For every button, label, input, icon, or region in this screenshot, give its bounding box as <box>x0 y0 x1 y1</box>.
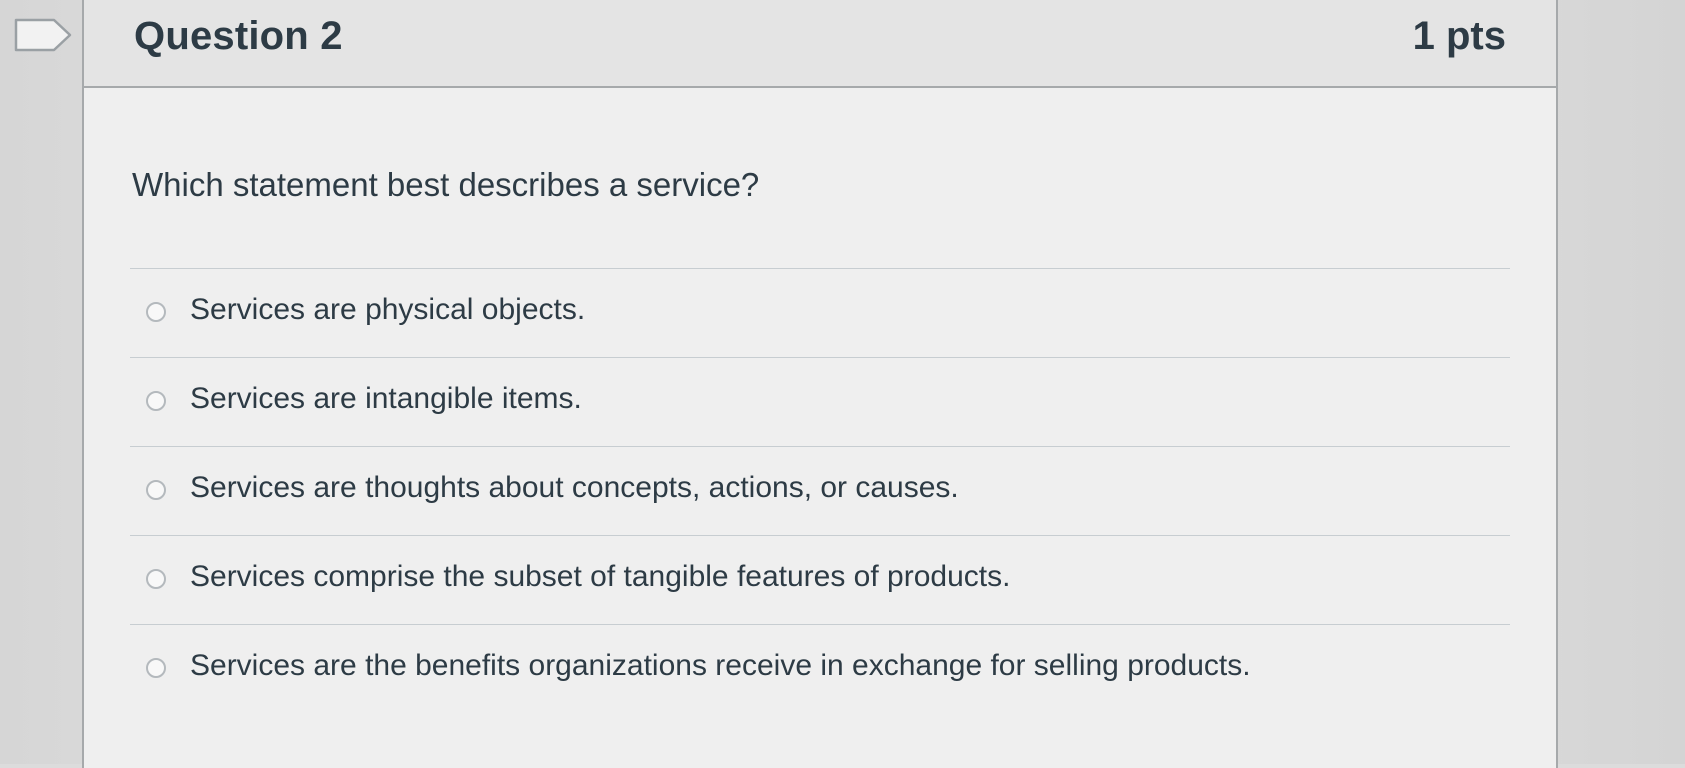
answer-list: Services are physical objects. Services … <box>130 268 1510 713</box>
question-header: Question 2 1 pts <box>84 0 1556 88</box>
question-text: Which statement best describes a service… <box>132 166 760 203</box>
question-points: 1 pts <box>1412 14 1506 58</box>
answer-option[interactable]: Services comprise the subset of tangible… <box>130 536 1510 625</box>
answer-option[interactable]: Services are thoughts about concepts, ac… <box>130 447 1510 536</box>
radio-button-icon[interactable] <box>146 569 166 589</box>
answer-label[interactable]: Services are intangible items. <box>190 382 582 416</box>
question-body: Which statement best describes a service… <box>84 88 1556 768</box>
question-card: Question 2 1 pts Which statement best de… <box>82 0 1558 768</box>
question-title: Question 2 <box>134 14 343 58</box>
radio-button-icon[interactable] <box>146 658 166 678</box>
answer-label[interactable]: Services are physical objects. <box>190 293 585 327</box>
flag-question-icon[interactable] <box>14 18 74 52</box>
answer-option[interactable]: Services are intangible items. <box>130 358 1510 447</box>
answer-label[interactable]: Services are the benefits organizations … <box>190 649 1251 683</box>
answer-label[interactable]: Services are thoughts about concepts, ac… <box>190 471 959 505</box>
radio-button-icon[interactable] <box>146 480 166 500</box>
answer-option[interactable]: Services are physical objects. <box>130 269 1510 358</box>
answer-option[interactable]: Services are the benefits organizations … <box>130 625 1510 713</box>
radio-button-icon[interactable] <box>146 391 166 411</box>
radio-button-icon[interactable] <box>146 302 166 322</box>
answer-label[interactable]: Services comprise the subset of tangible… <box>190 560 1010 594</box>
